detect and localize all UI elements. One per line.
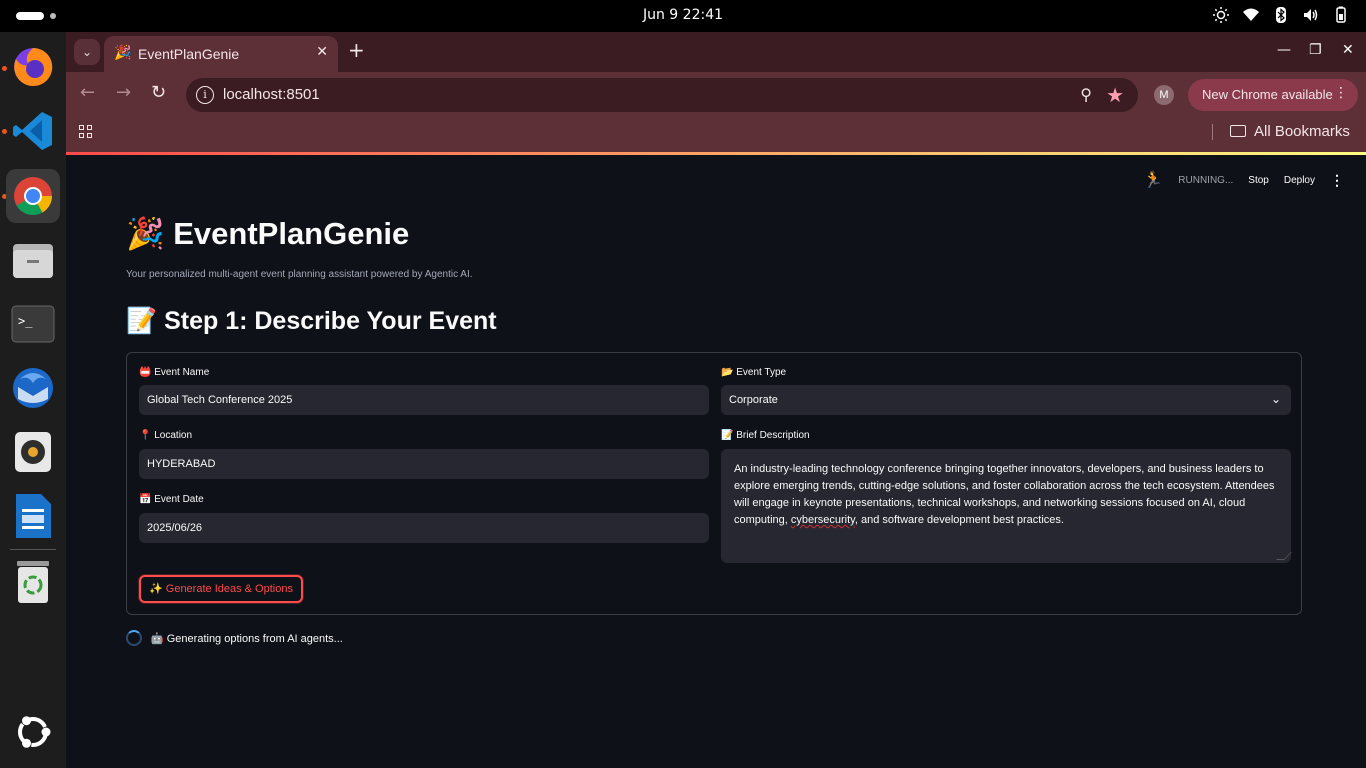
wifi-icon	[1242, 6, 1260, 24]
page-title: 🎉 EventPlanGenie	[126, 215, 409, 252]
files-icon[interactable]	[6, 233, 60, 287]
back-icon[interactable]: ←	[80, 84, 95, 102]
chevron-down-icon: ⌄	[81, 45, 93, 59]
system-top-bar: Jun 9 22:41	[0, 0, 1366, 32]
address-bar[interactable]: i localhost:8501 ⚲ ★	[186, 78, 1138, 112]
browser-toolbar: ← → ↻ i localhost:8501 ⚲ ★ M New Chrome …	[66, 72, 1366, 116]
svg-text:>_: >_	[18, 314, 33, 328]
new-tab-icon[interactable]: +	[348, 40, 365, 60]
trash-icon[interactable]	[6, 555, 60, 609]
terminal-icon[interactable]: >_	[6, 297, 60, 351]
battery-icon	[1332, 6, 1350, 24]
loading-status: 🤖 Generating options from AI agents...	[126, 630, 343, 646]
description-textarea[interactable]: An industry-leading technology conferenc…	[721, 449, 1292, 563]
stop-button[interactable]: Stop	[1248, 175, 1269, 186]
zoom-icon[interactable]: ⚲	[1080, 85, 1092, 104]
bluetooth-icon	[1272, 6, 1290, 24]
step1-heading: 📝 Step 1: Describe Your Event	[126, 307, 497, 335]
main-menu-icon[interactable]: ⋮	[1330, 172, 1344, 189]
all-bookmarks-label: All Bookmarks	[1254, 123, 1350, 140]
bookmarks-bar: All Bookmarks	[66, 116, 1366, 152]
folder-icon	[1230, 125, 1246, 137]
party-popper-icon: 🎉	[126, 216, 165, 251]
update-label: New Chrome available	[1202, 87, 1333, 102]
firefox-icon[interactable]	[6, 40, 60, 94]
brightness-icon	[1212, 6, 1230, 24]
generate-ideas-button[interactable]: ✨ Generate Ideas & Options	[139, 575, 303, 603]
tab-close-icon[interactable]: ✕	[316, 44, 328, 60]
system-tray[interactable]	[1212, 6, 1350, 24]
tab-favicon: 🎉	[114, 45, 132, 61]
thunderbird-icon[interactable]	[6, 361, 60, 415]
event-name-label: 📛 Event Name	[139, 367, 210, 378]
tab-search-button[interactable]: ⌄	[74, 39, 100, 65]
event-form: 📛 Event Name Global Tech Conference 2025…	[126, 352, 1302, 615]
streamlit-toolbar: 🏃 RUNNING... Stop Deploy ⋮	[1143, 170, 1344, 190]
maximize-icon[interactable]: ❐	[1309, 42, 1322, 58]
deploy-button[interactable]: Deploy	[1284, 175, 1315, 186]
page-subtitle: Your personalized multi-agent event plan…	[126, 269, 473, 280]
vscode-icon[interactable]	[6, 104, 60, 158]
bookmarks-separator	[1212, 124, 1213, 140]
dock-separator	[10, 549, 56, 550]
chrome-window: ⌄ 🎉 EventPlanGenie ✕ + — ❐ ✕ ← → ↻ i loc…	[66, 32, 1366, 768]
location-input[interactable]: HYDERABAD	[139, 449, 709, 479]
event-name-input[interactable]: Global Tech Conference 2025	[139, 385, 709, 415]
kebab-menu-icon[interactable]: ⋮	[1334, 85, 1348, 101]
ubuntu-dock: >_	[0, 32, 66, 768]
description-text-2: , and software development best practice…	[854, 514, 1064, 526]
show-apps-icon[interactable]	[6, 705, 60, 759]
chevron-down-icon: ⌄	[1270, 392, 1281, 406]
apps-grid-icon[interactable]	[79, 125, 93, 139]
minimize-icon[interactable]: —	[1277, 42, 1291, 58]
site-info-icon[interactable]: i	[196, 86, 214, 104]
spinner-icon	[126, 630, 142, 646]
system-clock[interactable]: Jun 9 22:41	[0, 7, 1366, 23]
location-label: 📍 Location	[139, 430, 193, 441]
all-bookmarks-button[interactable]: All Bookmarks	[1230, 123, 1350, 140]
event-type-select[interactable]: Corporate ⌄	[721, 385, 1291, 415]
active-tab[interactable]: 🎉 EventPlanGenie ✕	[104, 36, 338, 72]
libreoffice-writer-icon[interactable]	[6, 489, 60, 543]
bookmark-star-icon[interactable]: ★	[1106, 83, 1124, 107]
event-type-value: Corporate	[729, 394, 778, 406]
running-man-icon: 🏃	[1143, 172, 1164, 189]
streamlit-app: 🏃 RUNNING... Stop Deploy ⋮ 🎉 EventPlanGe…	[66, 155, 1366, 768]
event-date-input[interactable]: 2025/06/26	[139, 513, 709, 543]
resize-handle-icon[interactable]	[1276, 552, 1292, 560]
reload-icon[interactable]: ↻	[151, 84, 166, 102]
tab-title: EventPlanGenie	[138, 46, 240, 62]
close-window-icon[interactable]: ✕	[1342, 42, 1354, 58]
page-title-text: EventPlanGenie	[173, 216, 410, 251]
forward-icon[interactable]: →	[116, 84, 131, 102]
chrome-icon[interactable]	[6, 169, 60, 223]
chrome-update-button[interactable]: New Chrome available ⋮	[1188, 79, 1358, 111]
rhythmbox-icon[interactable]	[6, 425, 60, 479]
url-text[interactable]: localhost:8501	[223, 86, 320, 103]
event-type-label: 📂 Event Type	[721, 367, 787, 378]
tab-strip: ⌄ 🎉 EventPlanGenie ✕ + — ❐ ✕	[66, 32, 1366, 72]
event-date-label: 📅 Event Date	[139, 494, 204, 505]
spinner-text: 🤖 Generating options from AI agents...	[150, 632, 343, 645]
description-misspelled-word: cybersecurity	[790, 514, 855, 526]
profile-avatar[interactable]: M	[1154, 85, 1174, 105]
running-status: RUNNING...	[1178, 174, 1234, 186]
volume-icon	[1302, 6, 1320, 24]
description-label: 📝 Brief Description	[721, 430, 810, 441]
